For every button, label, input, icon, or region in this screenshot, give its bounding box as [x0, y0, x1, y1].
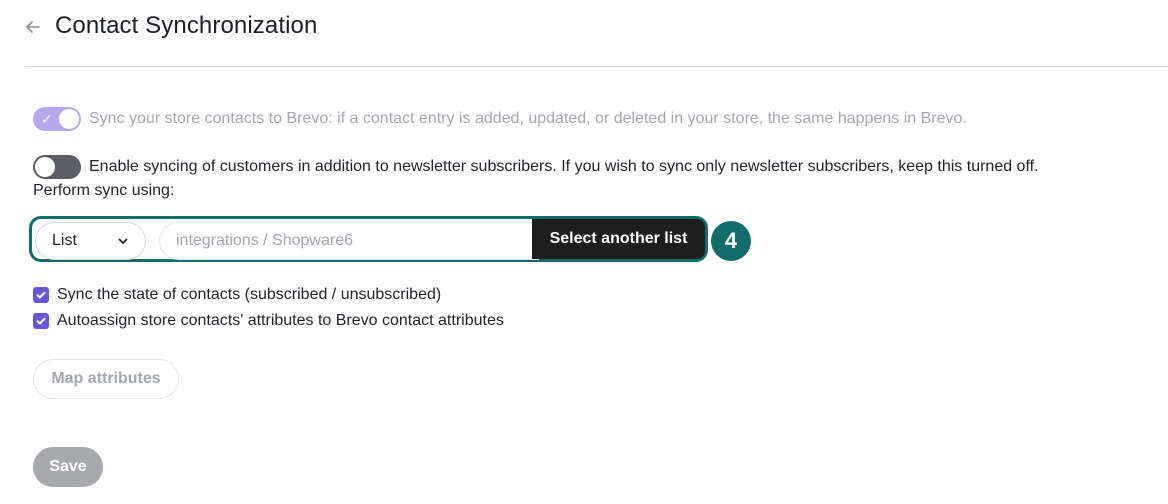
header-divider — [25, 66, 1168, 67]
select-another-list-button[interactable]: Select another list — [532, 219, 705, 259]
sync-state-checkbox[interactable] — [33, 287, 49, 303]
chevron-down-icon — [118, 238, 128, 244]
toggle-knob — [59, 109, 79, 129]
sync-store-label: Sync your store contacts to Brevo: if a … — [89, 110, 967, 127]
perform-sync-label: Perform sync using: — [33, 182, 175, 199]
arrow-left-icon — [26, 21, 40, 33]
page-header: Contact Synchronization — [0, 0, 1168, 66]
sync-type-value: List — [52, 232, 77, 249]
check-icon — [36, 317, 46, 325]
check-icon — [36, 291, 46, 299]
back-button[interactable] — [22, 14, 44, 40]
save-button[interactable]: Save — [33, 447, 103, 487]
toggle-knob — [35, 157, 55, 177]
autoassign-label: Autoassign store contacts' attributes to… — [57, 312, 504, 329]
list-input[interactable] — [159, 222, 539, 260]
sync-customers-label: Enable syncing of customers in addition … — [89, 158, 1039, 175]
sync-method-group: List Select another list — [29, 216, 708, 262]
autoassign-checkbox[interactable] — [33, 313, 49, 329]
sync-store-toggle[interactable]: ✓ — [33, 107, 81, 131]
check-icon: ✓ — [41, 111, 53, 127]
sync-customers-toggle[interactable] — [33, 155, 81, 179]
sync-state-label: Sync the state of contacts (subscribed /… — [57, 286, 442, 303]
sync-type-select[interactable]: List — [35, 222, 146, 260]
step-badge: 4 — [711, 221, 751, 261]
page-title: Contact Synchronization — [55, 12, 318, 39]
map-attributes-button[interactable]: Map attributes — [33, 359, 179, 399]
